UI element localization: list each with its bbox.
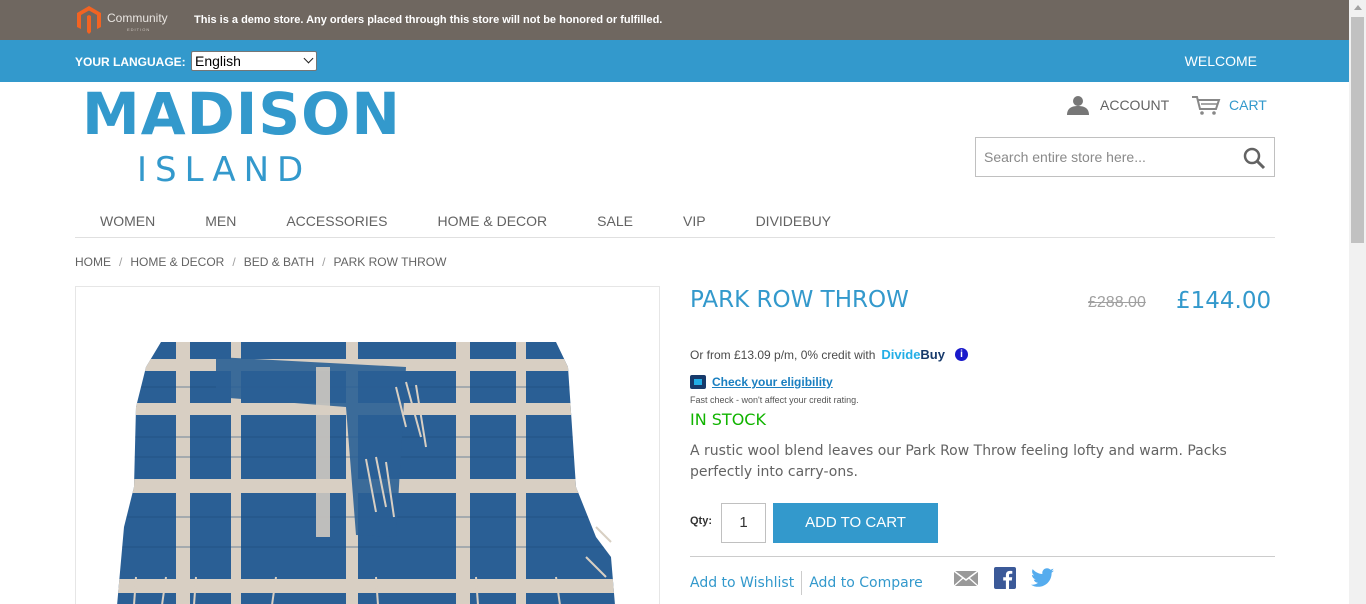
breadcrumb-home[interactable]: HOME (75, 255, 111, 269)
credit-offer-text: Or from £13.09 p/m, 0% credit with (690, 347, 876, 362)
dividebuy-logo: DivideBuy (881, 347, 945, 362)
logo-main-text: MADISON (82, 80, 401, 148)
breadcrumb-separator: / (322, 255, 326, 269)
logo-edition-text: Community (107, 11, 168, 25)
account-label: ACCOUNT (1100, 97, 1170, 113)
product-name: PARK ROW THROW (690, 287, 909, 313)
cart-label: CART (1229, 97, 1267, 113)
scrollbar-thumb[interactable] (1351, 17, 1364, 243)
main-navigation: WOMEN MEN ACCESSORIES HOME & DECOR SALE … (75, 205, 1275, 238)
nav-item-vip[interactable]: VIP (658, 205, 731, 238)
search-input[interactable] (976, 138, 1226, 176)
nav-item-home-decor[interactable]: HOME & DECOR (412, 205, 572, 238)
dividebuy-logo-part1: Divide (881, 347, 921, 362)
nav-item-accessories[interactable]: ACCESSORIES (261, 205, 412, 238)
language-select[interactable]: English (191, 51, 317, 71)
facebook-icon[interactable] (994, 567, 1016, 589)
magento-logo-icon (77, 6, 101, 34)
welcome-text: WELCOME (1184, 53, 1257, 69)
info-icon[interactable]: i (954, 348, 968, 361)
breadcrumb-bed-bath[interactable]: BED & BATH (244, 255, 314, 269)
product-links: Add to Wishlist Add to Compare (690, 571, 923, 595)
language-select-value: English (195, 53, 241, 69)
language-bar: YOUR LANGUAGE: English WELCOME (0, 40, 1349, 82)
throw-blanket-image (116, 342, 616, 604)
account-link[interactable]: ACCOUNT (1066, 95, 1169, 115)
dividebuy-logo-part2: Buy (920, 347, 945, 362)
nav-item-dividebuy[interactable]: DIVIDEBUY (731, 205, 856, 238)
language-label: YOUR LANGUAGE: (75, 55, 186, 69)
special-price: £144.00 (1176, 288, 1272, 314)
twitter-icon[interactable] (1031, 568, 1055, 588)
nav-item-sale[interactable]: SALE (572, 205, 658, 238)
product-image[interactable] (75, 286, 660, 604)
scroll-up-arrow-icon[interactable] (1354, 5, 1362, 10)
check-eligibility-link[interactable]: Check your eligibility (712, 375, 833, 389)
qty-input[interactable]: 1 (721, 503, 766, 543)
email-icon[interactable] (953, 568, 979, 588)
old-price: £288.00 (1088, 294, 1146, 311)
divider (690, 556, 1275, 557)
fast-check-note: Fast check - won't affect your credit ra… (690, 395, 859, 405)
eligibility-check: Check your eligibility (690, 375, 833, 389)
logo-edition-subtext: EDITION (127, 27, 151, 32)
qty-label: Qty: (690, 515, 712, 527)
social-share (953, 567, 1055, 589)
credit-offer: Or from £13.09 p/m, 0% credit with Divid… (690, 347, 968, 362)
breadcrumb-separator: / (119, 255, 123, 269)
add-to-compare-link[interactable]: Add to Compare (809, 575, 923, 591)
nav-item-men[interactable]: MEN (180, 205, 261, 238)
add-to-cart-button[interactable]: ADD TO CART (773, 503, 938, 543)
nav-item-women[interactable]: WOMEN (75, 205, 180, 238)
add-to-wishlist-link[interactable]: Add to Wishlist (690, 575, 794, 591)
search-box (975, 137, 1275, 177)
breadcrumb: HOME / HOME & DECOR / BED & BATH / PARK … (75, 255, 446, 269)
demo-notice-message: This is a demo store. Any orders placed … (194, 14, 663, 26)
demo-notice-bar: Community EDITION This is a demo store. … (0, 0, 1349, 40)
cart-link[interactable]: CART (1191, 95, 1267, 115)
stock-status: IN STOCK (690, 410, 766, 429)
account-icon (1067, 96, 1089, 115)
breadcrumb-separator: / (232, 255, 236, 269)
cart-icon (1192, 96, 1221, 115)
breadcrumb-home-decor[interactable]: HOME & DECOR (130, 255, 224, 269)
link-separator (801, 571, 803, 595)
search-icon[interactable] (1242, 146, 1266, 170)
product-description: A rustic wool blend leaves our Park Row … (690, 443, 1227, 480)
breadcrumb-current: PARK ROW THROW (333, 255, 447, 269)
logo-sub-text: ISLAND (137, 150, 312, 190)
dividebuy-card-icon (690, 375, 706, 389)
chevron-down-icon (303, 53, 314, 64)
